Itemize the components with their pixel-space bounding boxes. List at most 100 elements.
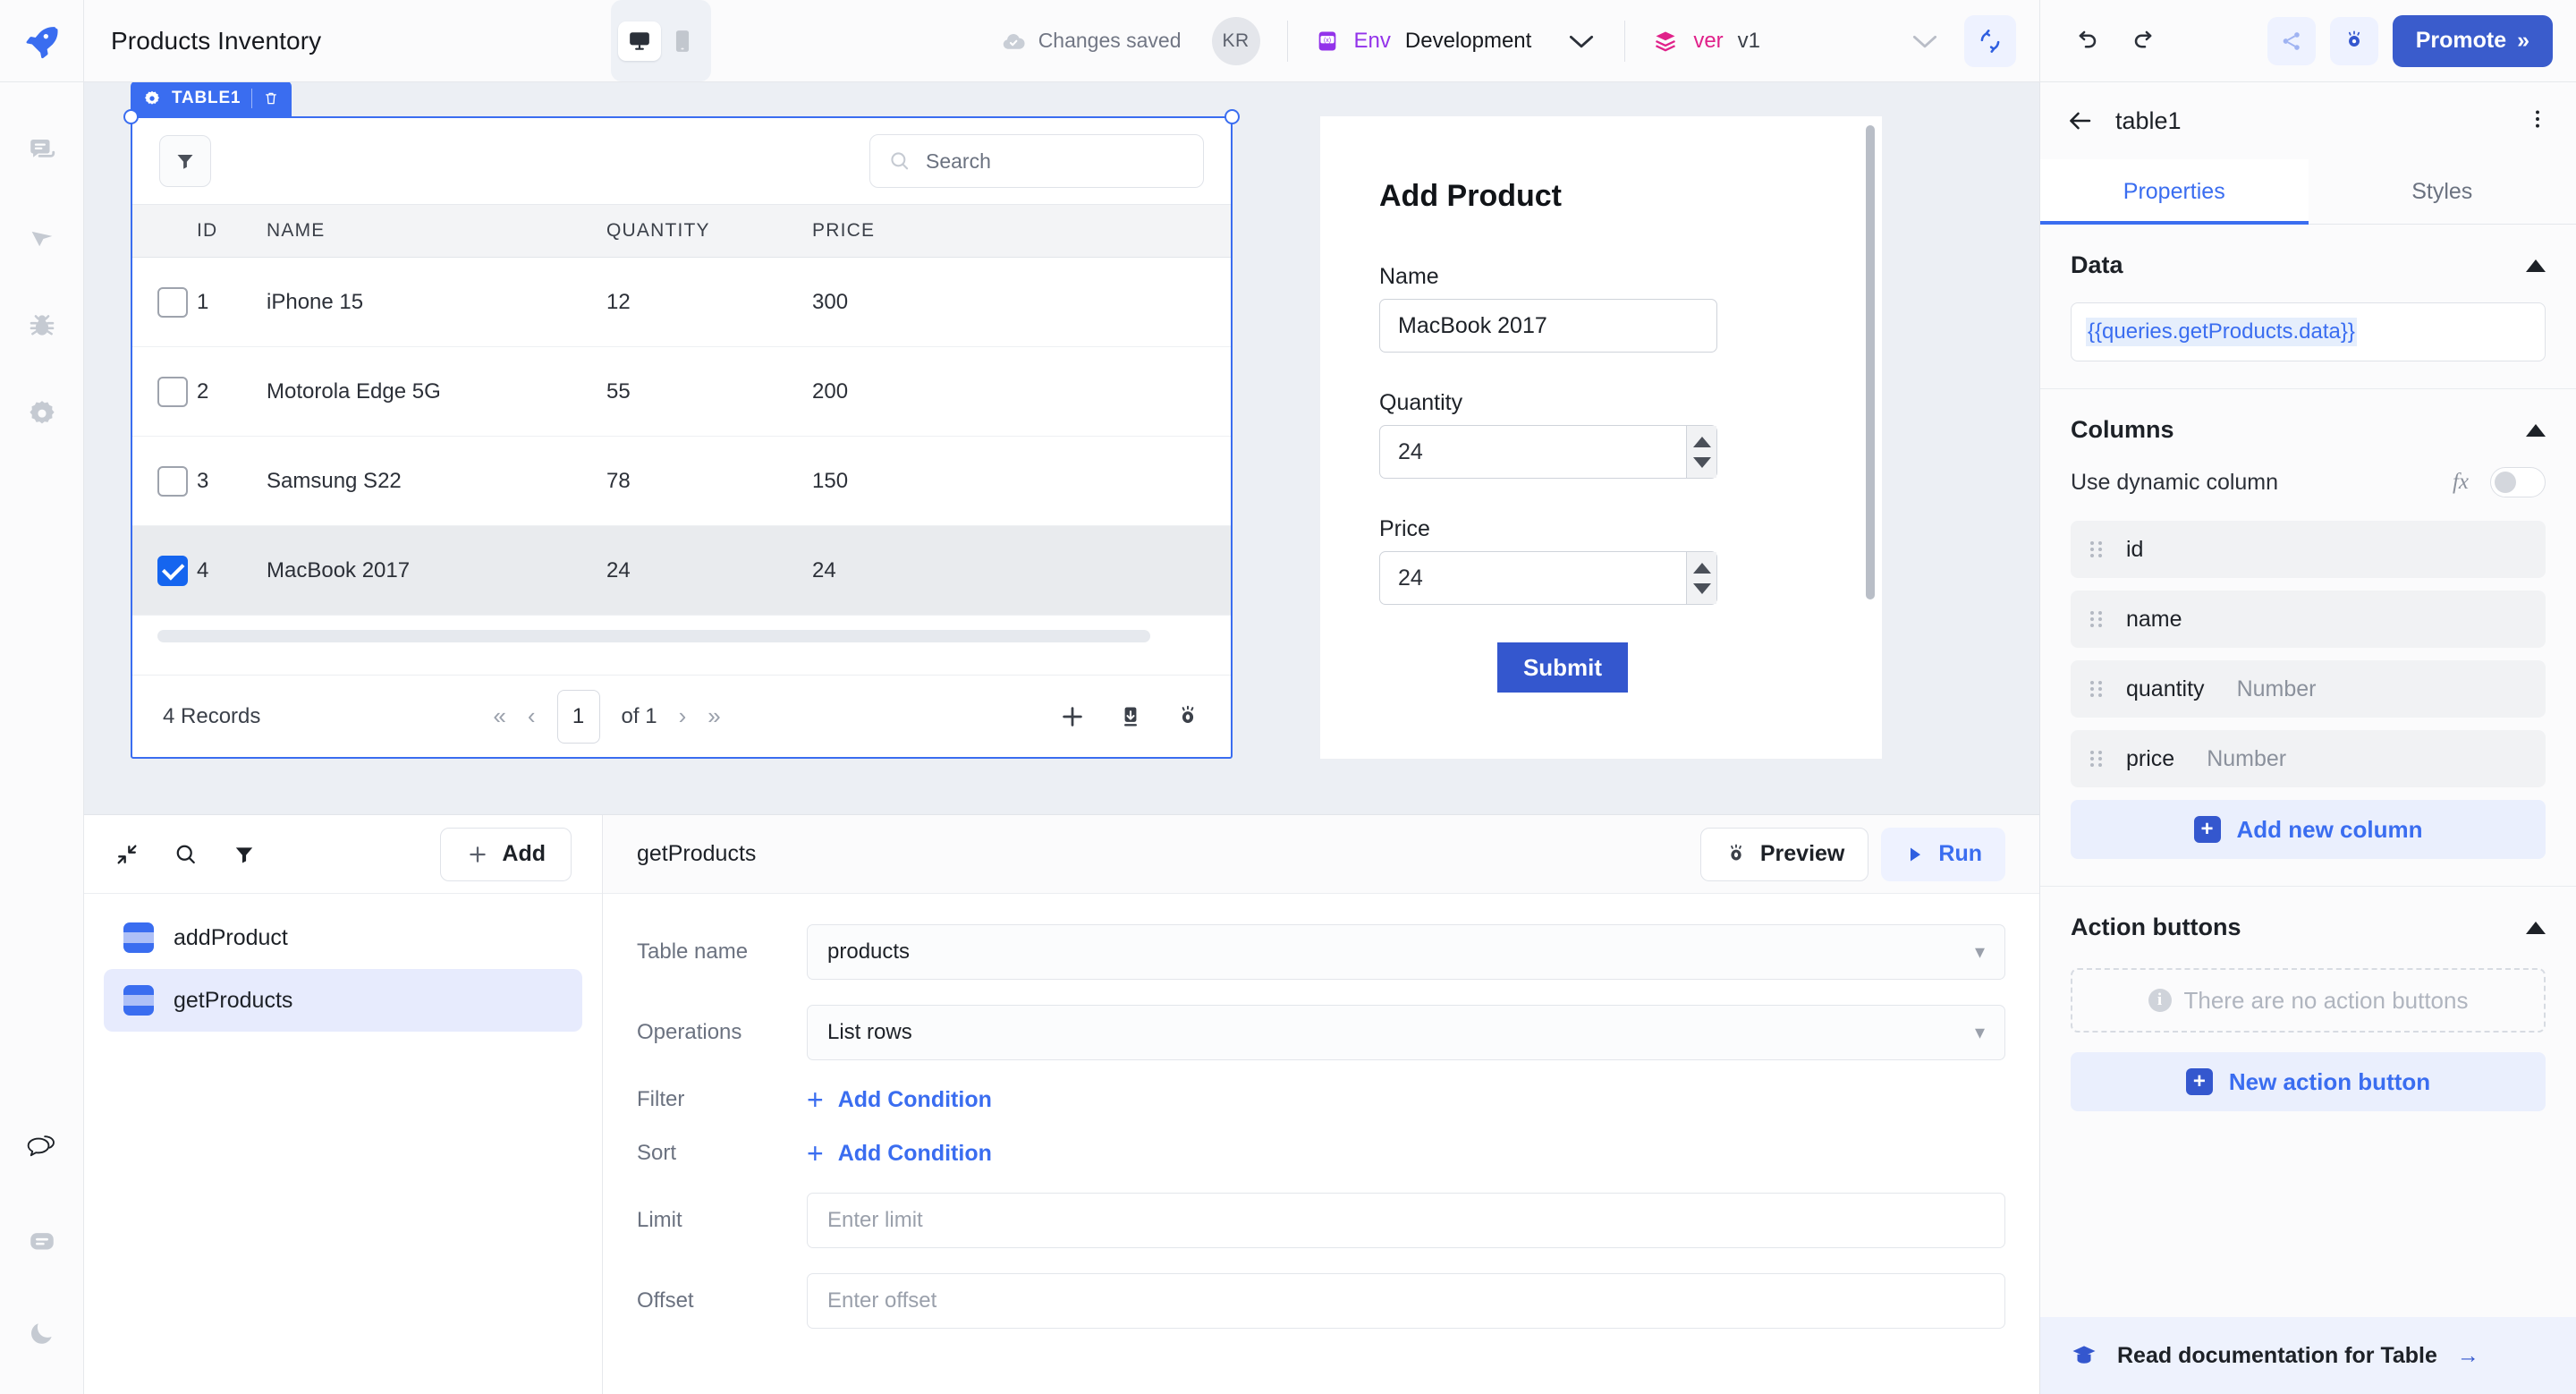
add-new-column-button[interactable]: + Add new column xyxy=(2071,800,2546,859)
row-checkbox-cell[interactable] xyxy=(132,377,197,407)
scrollbar-thumb[interactable] xyxy=(157,630,1150,642)
limit-input[interactable]: Enter limit xyxy=(807,1193,2005,1248)
drag-handle-icon[interactable] xyxy=(2090,679,2103,699)
table-row[interactable]: 3 Samsung S22 78 150 xyxy=(132,437,1231,526)
row-checkbox[interactable] xyxy=(157,466,188,497)
tab-properties[interactable]: Properties xyxy=(2040,159,2309,224)
device-mobile-button[interactable] xyxy=(661,21,704,61)
version-chevron-wrap[interactable] xyxy=(1760,0,1964,81)
canvas[interactable]: TABLE1 xyxy=(84,82,2039,814)
row-checkbox[interactable] xyxy=(157,287,188,318)
header-cell-price[interactable]: PRICE xyxy=(812,220,1231,242)
rail-item-settings[interactable] xyxy=(17,388,67,438)
search-icon[interactable] xyxy=(174,842,199,867)
table-row[interactable]: 1 iPhone 15 12 300 xyxy=(132,258,1231,347)
columns-section-header[interactable]: Columns xyxy=(2071,416,2546,444)
name-input[interactable]: MacBook 2017 xyxy=(1379,299,1717,353)
table-widget[interactable]: TABLE1 xyxy=(131,116,1233,759)
form-widget[interactable]: Add Product Name MacBook 2017 Quantity 2… xyxy=(1320,116,1882,759)
page-last-button[interactable]: » xyxy=(708,702,720,730)
table-search-input[interactable]: Search xyxy=(869,134,1204,188)
trash-icon[interactable] xyxy=(263,90,279,106)
column-row-name[interactable]: name xyxy=(2071,591,2546,648)
widget-tag[interactable]: TABLE1 xyxy=(131,82,292,116)
eye-icon[interactable] xyxy=(1175,704,1200,729)
header-cell-id[interactable]: ID xyxy=(197,220,267,242)
drag-handle-icon[interactable] xyxy=(2090,540,2103,559)
rail-item-cursor[interactable] xyxy=(17,213,67,263)
rail-item-dark-mode[interactable] xyxy=(17,1308,67,1358)
header-cell-quantity[interactable]: QUANTITY xyxy=(606,220,812,242)
stepper-up-icon[interactable] xyxy=(1693,563,1711,574)
back-arrow-icon[interactable] xyxy=(2067,107,2094,134)
horizontal-scrollbar[interactable] xyxy=(132,616,1231,642)
drag-handle-icon[interactable] xyxy=(2090,609,2103,629)
row-checkbox-cell[interactable] xyxy=(132,287,197,318)
documentation-link[interactable]: Read documentation for Table → xyxy=(2040,1317,2576,1394)
filter-add-condition-button[interactable]: + Add Condition xyxy=(807,1085,992,1114)
quantity-input[interactable]: 24 xyxy=(1379,425,1717,479)
scrollbar-track[interactable] xyxy=(157,630,1206,642)
table-row[interactable]: 4 MacBook 2017 24 24 xyxy=(132,526,1231,616)
collapse-icon[interactable] xyxy=(114,842,140,867)
env-chevron-wrap[interactable] xyxy=(1531,0,1624,81)
query-item-getproducts[interactable]: getProducts xyxy=(104,969,582,1032)
quantity-stepper[interactable] xyxy=(1686,426,1716,478)
device-desktop-button[interactable] xyxy=(618,21,661,61)
rail-item-pages[interactable] xyxy=(17,125,67,175)
share-button[interactable] xyxy=(2267,17,2316,65)
promote-button[interactable]: Promote » xyxy=(2393,15,2553,67)
plus-icon[interactable] xyxy=(1059,703,1086,730)
refresh-button[interactable] xyxy=(1964,15,2016,67)
kebab-menu-icon[interactable] xyxy=(2526,107,2549,131)
offset-input[interactable]: Enter offset xyxy=(807,1273,2005,1329)
price-stepper[interactable] xyxy=(1686,552,1716,604)
rail-item-feedback[interactable] xyxy=(17,1217,67,1267)
fx-icon[interactable]: fx xyxy=(2453,470,2469,495)
avatar-wrap[interactable]: KR xyxy=(1212,17,1260,65)
page-first-button[interactable]: « xyxy=(493,702,505,730)
resize-handle-left[interactable] xyxy=(123,109,139,124)
stepper-up-icon[interactable] xyxy=(1693,437,1711,447)
stepper-down-icon[interactable] xyxy=(1693,457,1711,468)
new-action-button[interactable]: + New action button xyxy=(2071,1052,2546,1111)
caret-up-icon[interactable] xyxy=(2526,424,2546,437)
sort-add-condition-button[interactable]: + Add Condition xyxy=(807,1139,992,1168)
column-row-price[interactable]: price Number xyxy=(2071,730,2546,787)
stepper-down-icon[interactable] xyxy=(1693,583,1711,594)
action-section-header[interactable]: Action buttons xyxy=(2071,914,2546,941)
redo-button[interactable] xyxy=(2123,19,2167,64)
operations-select[interactable]: List rows ▾ xyxy=(807,1005,2005,1060)
query-run-button[interactable]: Run xyxy=(1881,828,2005,881)
header-cell-name[interactable]: NAME xyxy=(267,220,606,242)
rail-item-debugger[interactable] xyxy=(17,301,67,351)
download-icon[interactable] xyxy=(1118,704,1143,729)
env-selector[interactable]: (x) Env Development xyxy=(1315,0,1532,81)
dynamic-column-toggle[interactable] xyxy=(2490,467,2546,497)
tab-styles[interactable]: Styles xyxy=(2309,159,2576,224)
column-row-quantity[interactable]: quantity Number xyxy=(2071,660,2546,718)
page-number-input[interactable]: 1 xyxy=(557,690,600,744)
table-row[interactable]: 2 Motorola Edge 5G 55 200 xyxy=(132,347,1231,437)
price-input[interactable]: 24 xyxy=(1379,551,1717,605)
add-query-button[interactable]: Add xyxy=(440,828,572,881)
app-logo[interactable] xyxy=(0,0,84,81)
device-toggle[interactable] xyxy=(611,0,711,81)
query-preview-button[interactable]: Preview xyxy=(1700,828,1869,881)
avatar[interactable]: KR xyxy=(1212,17,1260,65)
kebab-wrap[interactable] xyxy=(2526,107,2549,135)
rail-item-chat[interactable] xyxy=(17,1126,67,1176)
table-filter-button[interactable] xyxy=(159,135,211,187)
row-checkbox-cell[interactable] xyxy=(132,556,197,586)
gear-icon[interactable] xyxy=(143,89,161,107)
version-selector[interactable]: ver v1 xyxy=(1652,0,1760,81)
table-container[interactable]: Search ID NAME QUANTITY PRICE 1 xyxy=(131,116,1233,759)
page-next-button[interactable]: › xyxy=(679,702,687,730)
resize-handle-right[interactable] xyxy=(1224,109,1240,124)
submit-button[interactable]: Submit xyxy=(1497,642,1628,693)
caret-up-icon[interactable] xyxy=(2526,922,2546,934)
data-expression-input[interactable]: {{queries.getProducts.data}} xyxy=(2071,302,2546,361)
undo-button[interactable] xyxy=(2063,19,2108,64)
row-checkbox-cell[interactable] xyxy=(132,466,197,497)
preview-button[interactable] xyxy=(2330,17,2378,65)
